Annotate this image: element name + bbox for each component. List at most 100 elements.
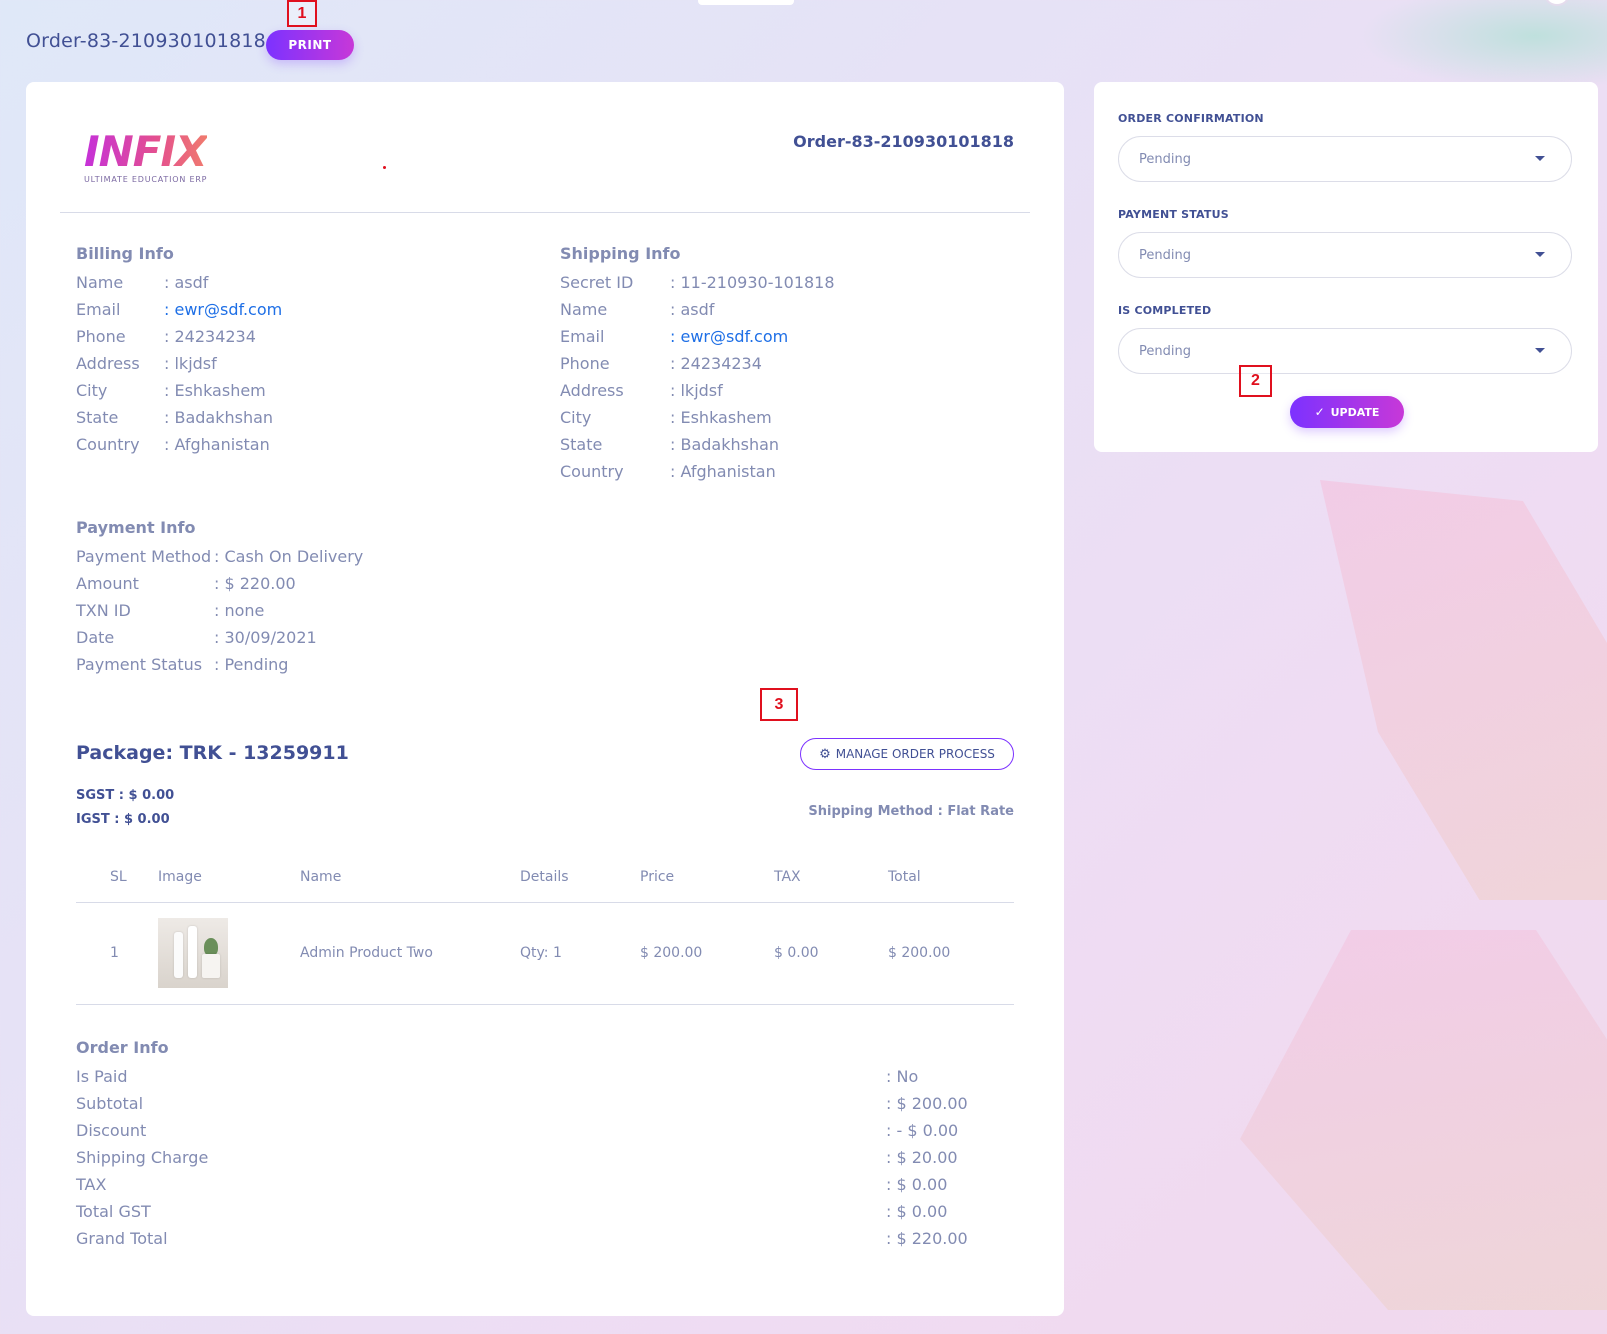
shipping-email-link[interactable]: : ewr@sdf.com: [670, 323, 788, 350]
billing-row: Name : asdf: [76, 269, 282, 296]
payment-value: : none: [214, 601, 265, 620]
shipping-value: : Eshkashem: [670, 408, 772, 427]
shipping-row: Name: asdf: [560, 296, 835, 323]
payment-row: Payment Status : Pending: [76, 651, 363, 678]
order-info-row: Is Paid : No: [76, 1063, 1014, 1090]
payment-info: Payment Info Payment Method: Cash On Del…: [76, 518, 363, 678]
cell-tax: $ 0.00: [774, 902, 888, 1005]
billing-label: Name: [76, 273, 124, 292]
avatar[interactable]: [1544, 0, 1570, 6]
shipping-label: Address: [560, 381, 624, 400]
shipping-row: Address : lkjdsf: [560, 377, 835, 404]
payment-value: : 30/09/2021: [214, 628, 317, 647]
billing-row: City: Eshkashem: [76, 377, 282, 404]
column-header-tax: TAX: [774, 852, 888, 903]
billing-email-link[interactable]: : ewr@sdf.com: [164, 296, 282, 323]
shipping-label: State: [560, 435, 603, 454]
billing-value: : lkjdsf: [164, 354, 217, 373]
logo-wordmark: INFIX: [84, 127, 207, 176]
background-glow: [1360, 0, 1607, 90]
shipping-row: Country: Afghanistan: [560, 458, 835, 485]
update-label: UPDATE: [1330, 405, 1380, 419]
billing-row: Address: lkjdsf: [76, 350, 282, 377]
update-button[interactable]: ✓ UPDATE: [1290, 396, 1404, 428]
order-info-label: Discount: [76, 1121, 147, 1140]
order-info-row: Grand Total: $ 220.00: [76, 1225, 1014, 1252]
order-info-value: : - $ 0.00: [886, 1121, 959, 1140]
payment-label: TXN ID: [76, 601, 131, 620]
order-detail-card: INFIX ULTIMATE EDUCATION ERP Order-83-21…: [26, 82, 1064, 1316]
cell-price: $ 200.00: [640, 902, 774, 1005]
igst-value: IGST : $ 0.00: [76, 812, 170, 827]
column-header-details: Details: [520, 852, 640, 903]
order-info-row: Total GST : $ 0.00: [76, 1198, 1014, 1225]
table-row: 1 Admin Product Two Qty: 1 $ 200.00 $ 0.…: [76, 902, 1014, 1005]
shipping-label: Secret ID: [560, 273, 634, 292]
shipping-value: : asdf: [670, 300, 715, 319]
caret-down-icon: [1535, 252, 1545, 257]
order-info-value: : $ 0.00: [886, 1202, 948, 1221]
payment-info-title: Payment Info: [76, 518, 196, 537]
order-info-label: Total GST: [76, 1202, 151, 1221]
annotation-marker-2: 2: [1239, 365, 1272, 397]
column-header-name: Name: [300, 852, 520, 903]
order-info-value: : $ 200.00: [886, 1094, 968, 1113]
cell-image: [158, 902, 300, 1005]
billing-info: Billing Info Name : asdf Email: ewr@sdf.c…: [76, 244, 282, 458]
column-header-sl: SL: [76, 852, 158, 903]
payment-row: Amount: $ 220.00: [76, 570, 363, 597]
annotation-marker-1: 1: [287, 0, 317, 27]
billing-value: : 24234234: [164, 327, 256, 346]
order-info-label: TAX: [76, 1175, 107, 1194]
order-info-label: Is Paid: [76, 1067, 128, 1086]
logo-tagline: ULTIMATE EDUCATION ERP: [84, 175, 208, 184]
billing-value: : Eshkashem: [164, 381, 266, 400]
shipping-value: : 11-210930-101818: [670, 273, 835, 292]
order-info-label: Shipping Charge: [76, 1148, 209, 1167]
shipping-label: Phone: [560, 354, 610, 373]
manage-order-process-label: MANAGE ORDER PROCESS: [835, 747, 995, 761]
billing-label: State: [76, 408, 119, 427]
shipping-label: City: [560, 408, 592, 427]
page-title: Order-83-210930101818: [26, 30, 266, 52]
shipping-row: Secret ID : 11-210930-101818: [560, 269, 835, 296]
order-confirmation-select[interactable]: Pending: [1118, 136, 1572, 182]
shipping-value: : Badakhshan: [670, 435, 780, 454]
payment-status-select[interactable]: Pending: [1118, 232, 1572, 278]
order-info-value: : $ 20.00: [886, 1148, 958, 1167]
payment-label: Payment Status: [76, 655, 203, 674]
background-shape: [1240, 930, 1607, 1310]
logo: INFIX ULTIMATE EDUCATION ERP: [84, 127, 208, 185]
shipping-row: Phone: 24234234: [560, 350, 835, 377]
billing-value: : asdf: [164, 273, 209, 292]
shipping-row: Email: ewr@sdf.com: [560, 323, 835, 350]
print-button[interactable]: PRINT: [266, 30, 354, 60]
payment-status-label: PAYMENT STATUS: [1118, 208, 1229, 221]
gear-icon: ⚙: [819, 746, 831, 762]
shipping-label: Country: [560, 462, 624, 481]
cell-details: Qty: 1: [520, 902, 640, 1005]
caret-down-icon: [1535, 348, 1545, 353]
billing-value: : Afghanistan: [164, 435, 270, 454]
shipping-value: : lkjdsf: [670, 381, 723, 400]
billing-info-title: Billing Info: [76, 244, 174, 263]
manage-order-process-button[interactable]: ⚙ MANAGE ORDER PROCESS: [800, 738, 1014, 770]
column-header-price: Price: [640, 852, 774, 903]
billing-row: Country: Afghanistan: [76, 431, 282, 458]
cell-sl: 1: [76, 902, 158, 1005]
shipping-row: City : Eshkashem: [560, 404, 835, 431]
billing-row: Email: ewr@sdf.com: [76, 296, 282, 323]
product-image: [158, 918, 228, 988]
billing-label: Phone: [76, 327, 126, 346]
sgst-value: SGST : $ 0.00: [76, 788, 175, 803]
order-info-row: Shipping Charge : $ 20.00: [76, 1144, 1014, 1171]
payment-value: : Pending: [214, 655, 289, 674]
order-info: Order Info Is Paid: No Subtotal: $ 200.0…: [76, 1038, 1014, 1252]
payment-row: TXN ID : none: [76, 597, 363, 624]
divider: [60, 212, 1030, 213]
order-confirmation-label: ORDER CONFIRMATION: [1118, 112, 1264, 125]
stray-dot: [383, 166, 386, 169]
cell-name: Admin Product Two: [300, 902, 520, 1005]
order-info-value: : No: [886, 1067, 919, 1086]
is-completed-select[interactable]: Pending: [1118, 328, 1572, 374]
